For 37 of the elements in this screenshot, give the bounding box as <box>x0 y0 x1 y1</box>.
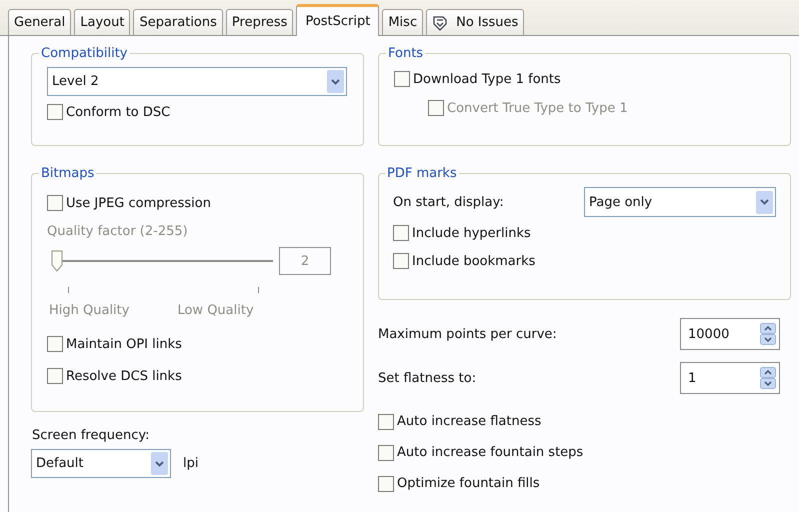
tab[interactable]: General <box>8 9 72 35</box>
checkbox[interactable]: Maintain OPI links <box>47 330 349 358</box>
spin-arrows-icon <box>760 367 776 389</box>
shield-icon <box>432 14 448 30</box>
field-label: Maximum points per curve: <box>378 326 557 342</box>
checkbox[interactable]: Auto increase fountain steps <box>378 437 791 468</box>
tab[interactable]: Separations <box>133 9 223 35</box>
field-label: Set flatness to: <box>378 370 476 386</box>
field-label: Screen frequency: <box>32 428 150 443</box>
tab[interactable]: Misc <box>382 9 424 35</box>
group-title: PDF marks <box>386 166 458 181</box>
checkbox[interactable]: Conform to DSC <box>47 100 349 124</box>
checkbox[interactable]: Include bookmarks <box>393 249 776 273</box>
checkbox[interactable]: Use JPEG compression <box>47 191 349 215</box>
tab[interactable]: Layout <box>74 9 130 35</box>
checkbox[interactable]: Include hyperlinks <box>393 221 776 245</box>
spin-field[interactable]: 10000 <box>680 318 780 350</box>
tab[interactable]: Prepress <box>226 9 294 35</box>
group-title: Bitmaps <box>40 166 96 181</box>
spin-field[interactable]: 1 <box>680 362 780 394</box>
tab[interactable]: No Issues <box>426 9 524 35</box>
tab[interactable]: PostScript <box>296 4 380 36</box>
checkbox[interactable]: Resolve DCS links <box>47 362 349 390</box>
slider-min-label: High Quality <box>49 303 130 318</box>
slider-label: Quality factor (2-255) <box>47 224 189 239</box>
unit-label: lpi <box>183 456 198 471</box>
checkbox[interactable]: Optimize fountain fills <box>378 468 791 499</box>
dropdown[interactable]: Default <box>31 449 171 478</box>
dropdown[interactable]: Level 2 <box>47 67 347 96</box>
group-title: Compatibility <box>40 46 128 61</box>
group-title: Fonts <box>387 46 424 61</box>
dropdown[interactable]: Page only <box>584 187 776 217</box>
checkbox[interactable]: Download Type 1 fonts <box>394 67 776 91</box>
slider-max-label: Low Quality <box>177 303 254 318</box>
spin-arrows-icon <box>760 323 776 345</box>
checkbox[interactable]: Auto increase flatness <box>378 406 791 437</box>
field-label: On start, display: <box>393 194 504 210</box>
